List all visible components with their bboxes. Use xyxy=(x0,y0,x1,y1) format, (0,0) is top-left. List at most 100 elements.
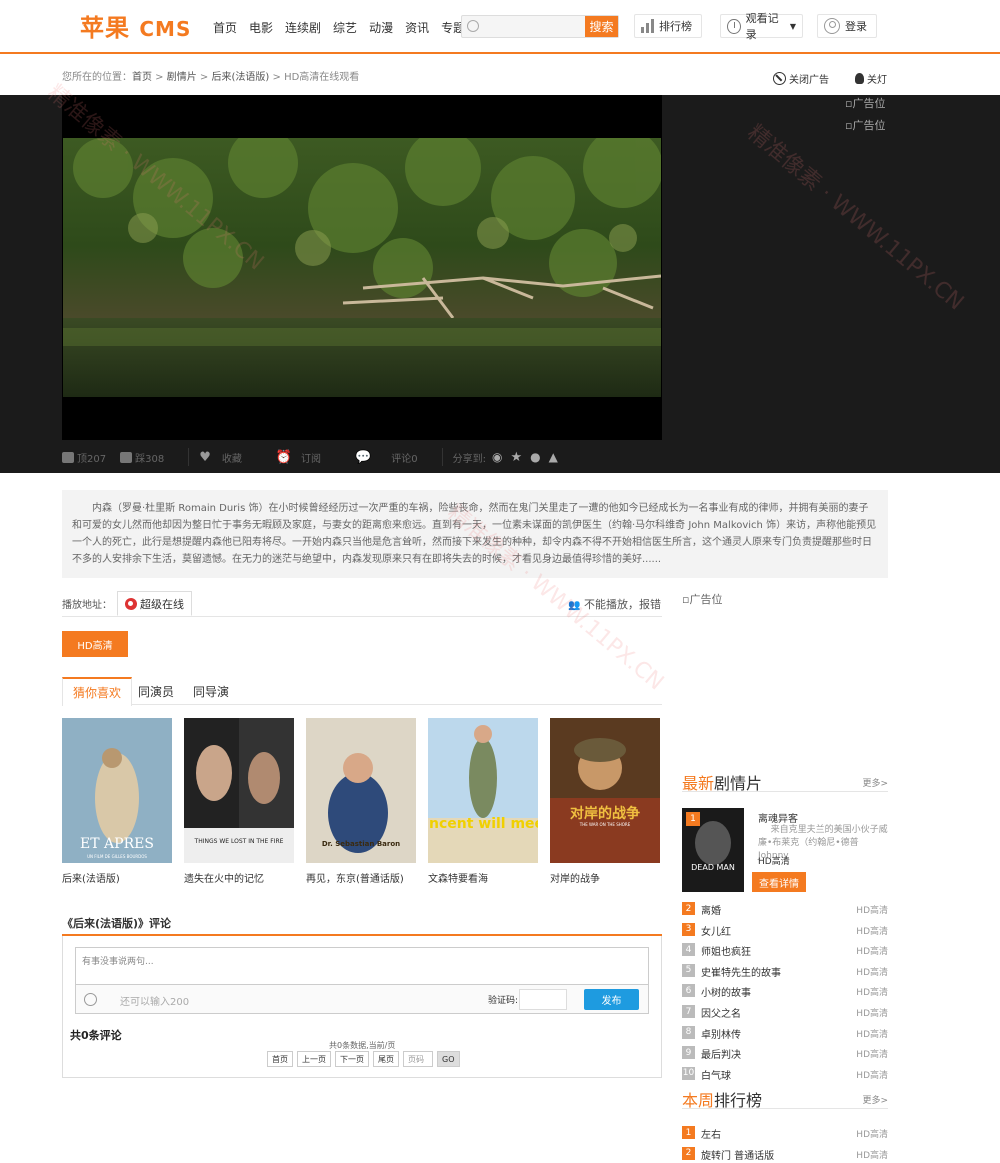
nav-home[interactable]: 首页 xyxy=(213,19,237,36)
ad-slot-1[interactable]: ▫广告位 xyxy=(845,95,885,111)
view-details-button[interactable]: 查看详情 xyxy=(752,872,806,892)
rank-list-item[interactable]: 1 左右 HD高清 xyxy=(682,1124,888,1142)
site-logo[interactable]: 苹果 CMS xyxy=(80,8,191,43)
go-button[interactable]: GO xyxy=(437,1051,460,1067)
nav-news[interactable]: 资讯 xyxy=(405,19,429,36)
rank-quality: HD高清 xyxy=(856,1130,888,1140)
featured-title[interactable]: 离魂异客 xyxy=(758,810,798,825)
downvote-button[interactable]: 踩308 xyxy=(120,450,164,465)
poster-4[interactable]: vincent will meer xyxy=(428,718,538,863)
post-comment-button[interactable]: 发布 xyxy=(584,989,639,1010)
video-frame[interactable] xyxy=(63,138,661,397)
crumb-current: HD高清在线观看 xyxy=(284,72,360,83)
tab-same-director[interactable]: 同导演 xyxy=(183,677,239,705)
rank-list-item[interactable]: 10 白气球 HD高清 xyxy=(682,1065,888,1083)
history-button[interactable]: 观看记录 ▼ xyxy=(720,12,803,41)
poster-text: Dr. Sebastian Baron xyxy=(322,840,400,848)
search-input[interactable] xyxy=(482,18,582,35)
rank-title[interactable]: 小树的故事 xyxy=(701,984,751,999)
favorite-button[interactable]: ♥ 收藏 xyxy=(199,450,242,465)
weibo-icon[interactable]: ◉ xyxy=(492,450,502,464)
emoji-icon[interactable] xyxy=(84,993,97,1006)
rank-title[interactable]: 史崔特先生的故事 xyxy=(701,964,781,979)
page-number-input[interactable]: 页码 xyxy=(403,1051,433,1067)
prev-page-button[interactable]: 上一页 xyxy=(297,1051,331,1067)
comment-icon-button[interactable]: 💬 xyxy=(355,450,371,465)
captcha-input[interactable] xyxy=(519,989,567,1010)
rank-list-item[interactable]: 6 小树的故事 HD高清 xyxy=(682,982,888,1000)
rank-button[interactable]: 排行榜 xyxy=(634,14,702,38)
poster-art: 对岸的战争 THE WAR ON THE SHORE xyxy=(550,718,660,863)
comment-textarea[interactable]: 有事没事说两句... xyxy=(75,947,649,984)
rank-list-item[interactable]: 2 旋转门 普通话版 HD高清 xyxy=(682,1145,888,1163)
next-page-button[interactable]: 下一页 xyxy=(335,1051,369,1067)
rank-list-item[interactable]: 3 女儿红 HD高清 xyxy=(682,921,888,939)
tab-guess-you-like[interactable]: 猜你喜欢 xyxy=(62,677,133,706)
latest-title: 最新剧情片 xyxy=(682,774,763,793)
weekly-header: 本周排行榜 更多> xyxy=(682,1087,888,1110)
crumb-title[interactable]: 后来(法语版) xyxy=(212,72,270,83)
poster-title-3[interactable]: 再见，东京(普通话版) xyxy=(306,870,404,885)
source-tab-super[interactable]: 超级在线 xyxy=(117,591,192,616)
rank-list-item[interactable]: 4 师姐也疯狂 HD高清 xyxy=(682,941,888,959)
rank-list-item[interactable]: 7 因父之名 HD高清 xyxy=(682,1003,888,1021)
nav-anime[interactable]: 动漫 xyxy=(369,19,393,36)
poster-title-1[interactable]: 后来(法语版) xyxy=(62,870,120,885)
nav-variety[interactable]: 综艺 xyxy=(333,19,357,36)
bar-chart-icon xyxy=(641,19,654,33)
rank-title[interactable]: 左右 xyxy=(701,1126,721,1141)
rank-title[interactable]: 师姐也疯狂 xyxy=(701,943,751,958)
close-ad-button[interactable]: 关闭广告 xyxy=(773,71,829,86)
poster-title-4[interactable]: 文森特要看海 xyxy=(428,870,488,885)
site-header: 苹果 CMS 首页 电影 连续剧 综艺 动漫 资讯 专题 搜索 排行榜 观看记录… xyxy=(0,0,1000,54)
subscribe-button[interactable]: ⏰ 订阅 xyxy=(276,450,321,465)
alarm-icon: ⏰ xyxy=(275,449,293,465)
poster-title-2[interactable]: 遗失在火中的记忆 xyxy=(184,870,264,885)
ad-slot-2[interactable]: ▫广告位 xyxy=(845,117,885,133)
crumb-category[interactable]: 剧情片 xyxy=(167,72,197,83)
qq-icon[interactable]: ▲ xyxy=(549,450,558,464)
poster-2[interactable]: THINGS WE LOST IN THE FIRE xyxy=(184,718,294,863)
crumb-home[interactable]: 首页 xyxy=(132,72,152,83)
poster-3[interactable]: Dr. Sebastian Baron xyxy=(306,718,416,863)
search-button[interactable]: 搜索 xyxy=(585,16,618,37)
last-page-button[interactable]: 尾页 xyxy=(373,1051,399,1067)
poster-text: vincent will meer xyxy=(428,816,538,832)
weekly-more-link[interactable]: 更多> xyxy=(862,1093,888,1106)
rank-list-item[interactable]: 9 最后判决 HD高清 xyxy=(682,1044,888,1062)
latest-more-link[interactable]: 更多> xyxy=(862,776,888,789)
poster-art: vincent will meer xyxy=(428,718,538,863)
rank-list-item[interactable]: 8 卓别林传 HD高清 xyxy=(682,1024,888,1042)
tab-same-actor[interactable]: 同演员 xyxy=(128,677,184,705)
ad-column: ▫广告位 ▫广告位 xyxy=(845,95,885,139)
rank-title[interactable]: 白气球 xyxy=(701,1067,731,1082)
rank-title[interactable]: 最后判决 xyxy=(701,1046,741,1061)
first-page-button[interactable]: 首页 xyxy=(267,1051,293,1067)
rank-title[interactable]: 女儿红 xyxy=(701,923,731,938)
rank-title[interactable]: 因父之名 xyxy=(701,1005,741,1020)
rank-title[interactable]: 卓别林传 xyxy=(701,1026,741,1041)
side-ad-slot[interactable]: ▫广告位 xyxy=(682,591,722,607)
wechat-icon[interactable]: ● xyxy=(530,450,540,464)
nav-movie[interactable]: 电影 xyxy=(249,19,273,36)
poster-1[interactable]: ET APRES UN FILM DE GILLES BOURDOS xyxy=(62,718,172,863)
comments-title: 《后来(法语版)》评论 xyxy=(62,917,172,930)
thumbs-up-icon xyxy=(62,451,74,463)
poster-5[interactable]: 对岸的战争 THE WAR ON THE SHORE xyxy=(550,718,660,863)
upvote-button[interactable]: 顶207 xyxy=(62,450,106,465)
report-error-link[interactable]: 👥 不能播放，报错 xyxy=(568,596,661,612)
rank-list-item[interactable]: 2 离婚 HD高清 xyxy=(682,900,888,918)
star-icon[interactable]: ★ xyxy=(510,450,522,465)
comment-count-heading: 共0条评论 xyxy=(70,1029,122,1042)
rank-title[interactable]: 离婚 xyxy=(701,902,721,917)
poster-title-5[interactable]: 对岸的战争 xyxy=(550,870,600,885)
episode-hd-button[interactable]: HD高清 xyxy=(62,631,128,657)
share-label: 分享到: xyxy=(452,453,486,465)
lights-off-button[interactable]: 关灯 xyxy=(855,71,887,86)
login-button[interactable]: 登录 xyxy=(817,14,877,38)
comment-toolbar: 还可以输入200 验证码: 发布 xyxy=(75,984,649,1014)
rank-title[interactable]: 旋转门 普通话版 xyxy=(701,1147,774,1162)
comment-count[interactable]: 评论0 xyxy=(391,450,417,465)
nav-series[interactable]: 连续剧 xyxy=(285,19,321,36)
rank-list-item[interactable]: 5 史崔特先生的故事 HD高清 xyxy=(682,962,888,980)
